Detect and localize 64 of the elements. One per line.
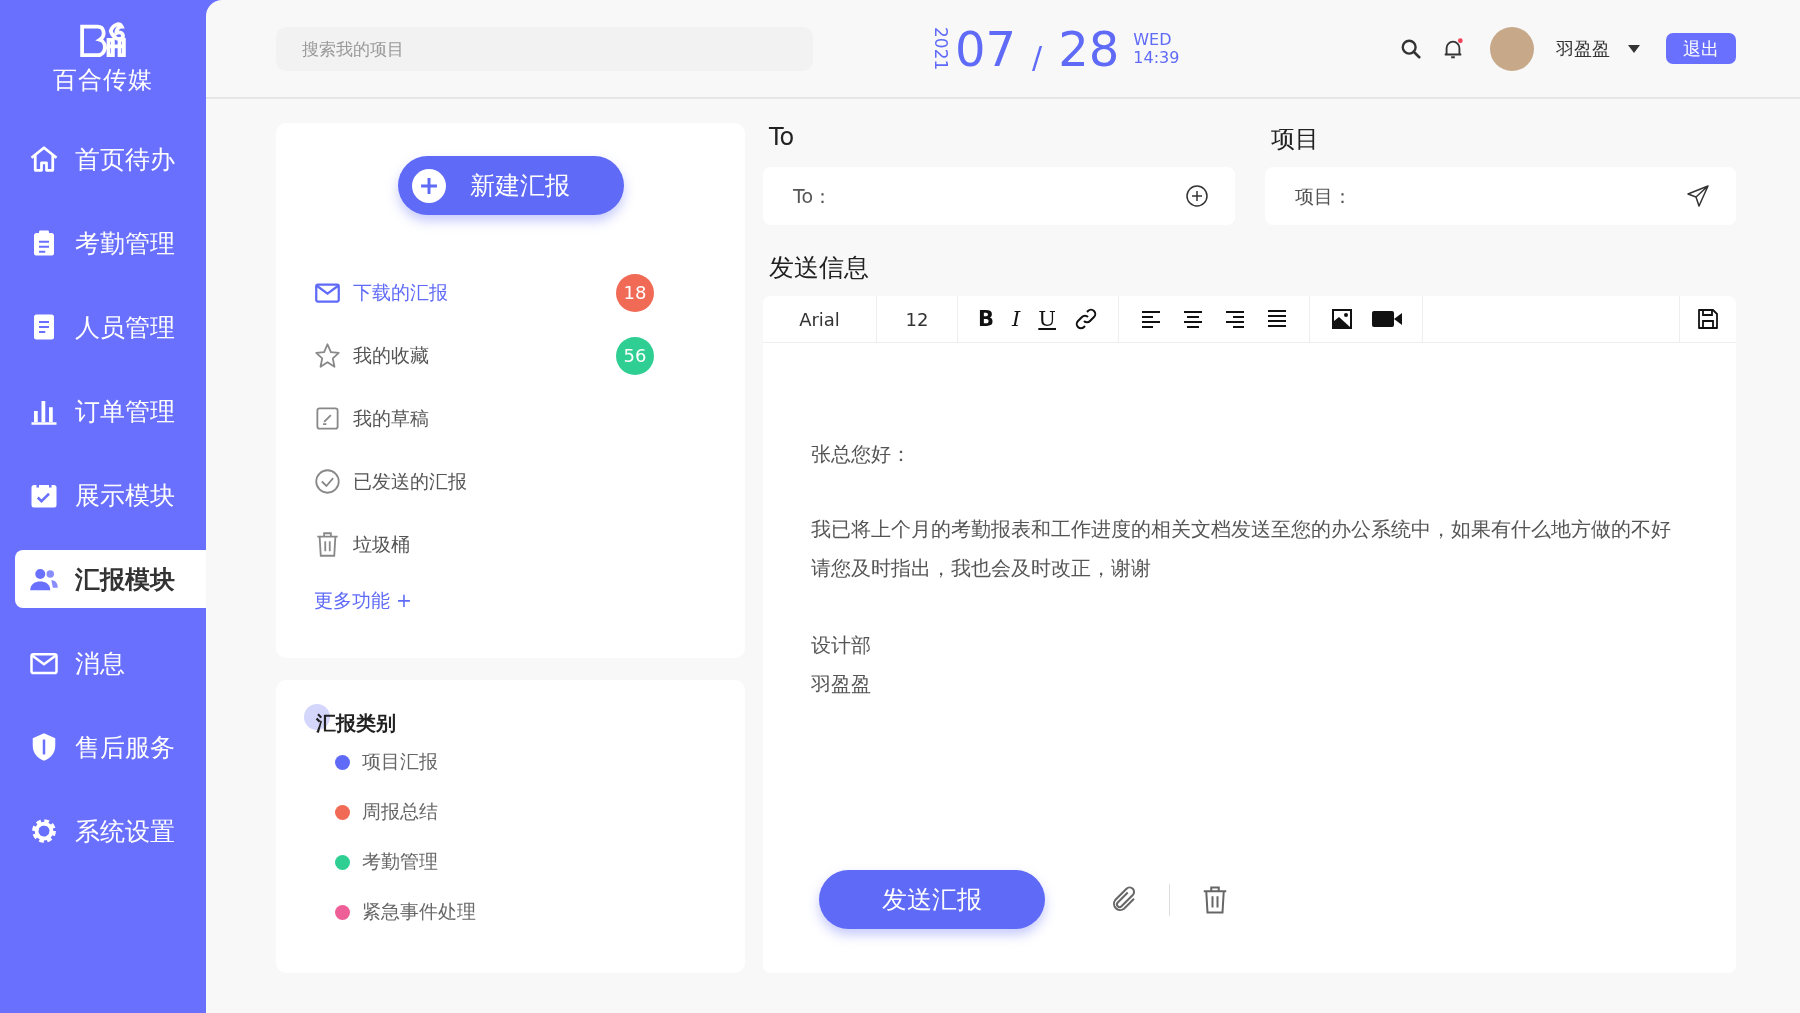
notification-bell-icon[interactable] [1442, 37, 1464, 60]
report-menu-item[interactable]: 我的收藏 56 [314, 324, 654, 387]
send-report-button[interactable]: 发送汇报 [819, 870, 1045, 929]
field-title: To [768, 123, 796, 153]
section-title: 汇报类别 [316, 711, 396, 735]
sidebar-item[interactable]: 售后服务 [15, 718, 206, 776]
report-menu-item[interactable]: 已发送的汇报 [314, 450, 654, 513]
sidebar-item[interactable]: 考勤管理 [15, 214, 206, 272]
video-camera-icon[interactable] [1372, 309, 1402, 329]
recipient-field[interactable]: To： [763, 167, 1235, 225]
new-report-button[interactable]: 新建汇报 [398, 156, 624, 215]
year-label: 2021 [931, 26, 951, 71]
edit-document-icon [314, 405, 341, 432]
caret-down-icon[interactable] [1628, 44, 1640, 53]
home-icon [29, 144, 59, 174]
weekday-label: WED [1133, 30, 1173, 49]
count-badge: 18 [616, 273, 654, 312]
sidebar-item[interactable]: 首页待办 [15, 130, 206, 188]
format-button[interactable]: B [978, 307, 994, 331]
report-menu-item[interactable]: 我的草稿 [314, 387, 654, 450]
field-title: 项目 [1269, 124, 1320, 155]
category-item[interactable]: 项目汇报 [362, 749, 438, 775]
search-icon[interactable] [1400, 37, 1422, 60]
sidebar-item[interactable]: 人员管理 [15, 298, 206, 356]
brand-name: 百合传媒 [53, 65, 153, 96]
search-field[interactable]: 搜索我的项目 [276, 26, 813, 71]
signature-line: 设计部 [811, 632, 872, 659]
report-menu-item[interactable]: 垃圾桶 [314, 513, 654, 576]
format-button[interactable]: I [1012, 307, 1021, 331]
save-icon[interactable] [1696, 307, 1720, 331]
report-menu-item[interactable]: 下载的汇报 18 [314, 261, 654, 324]
sidebar-item[interactable]: 消息 [15, 634, 206, 692]
count-badge: 56 [616, 336, 654, 375]
project-field[interactable]: 项目： [1264, 167, 1736, 225]
settings-icon [29, 816, 59, 846]
sidebar-item[interactable]: 汇报模块 [15, 550, 206, 608]
day-label: 28 [1058, 20, 1120, 77]
sidebar-item[interactable]: 展示模块 [15, 466, 206, 524]
signature-line: 羽盈盈 [811, 671, 872, 698]
add-circle-icon[interactable] [1184, 184, 1209, 208]
image-icon[interactable] [1330, 307, 1354, 331]
more-functions-link[interactable]: 更多功能 + [314, 588, 412, 614]
message-paragraph: 我已将上个月的考勤报表和工作进度的相关文档发送至您的办公系统中，如果有什么地方做的不好请您及时指出，我也会及时改正，谢谢 [811, 516, 1672, 582]
logout-button[interactable]: 退出 [1666, 33, 1736, 64]
category-item[interactable]: 考勤管理 [362, 849, 438, 875]
check-circle-icon [314, 468, 341, 495]
greeting-text: 张总您好： [811, 441, 912, 468]
time-label: 14:39 [1133, 48, 1180, 67]
send-icon[interactable] [1686, 184, 1710, 208]
sidebar-item[interactable]: 订单管理 [15, 382, 206, 440]
star-icon [314, 342, 341, 369]
link-icon[interactable] [1074, 307, 1098, 331]
trash-icon [314, 531, 341, 558]
category-item[interactable]: 紧急事件处理 [362, 899, 476, 925]
font-selector[interactable]: Arial [763, 296, 877, 342]
category-item[interactable]: 周报总结 [362, 799, 438, 825]
month-label: 07 [955, 20, 1017, 77]
format-button[interactable]: U [1038, 307, 1056, 331]
date-separator: / [1032, 40, 1043, 75]
section-title: 发送信息 [769, 252, 870, 284]
sidebar-item[interactable]: 系统设置 [15, 802, 206, 860]
font-size-selector[interactable]: 12 [877, 296, 958, 342]
user-name[interactable]: 羽盈盈 [1556, 36, 1610, 61]
plus-circle-icon [412, 168, 446, 203]
